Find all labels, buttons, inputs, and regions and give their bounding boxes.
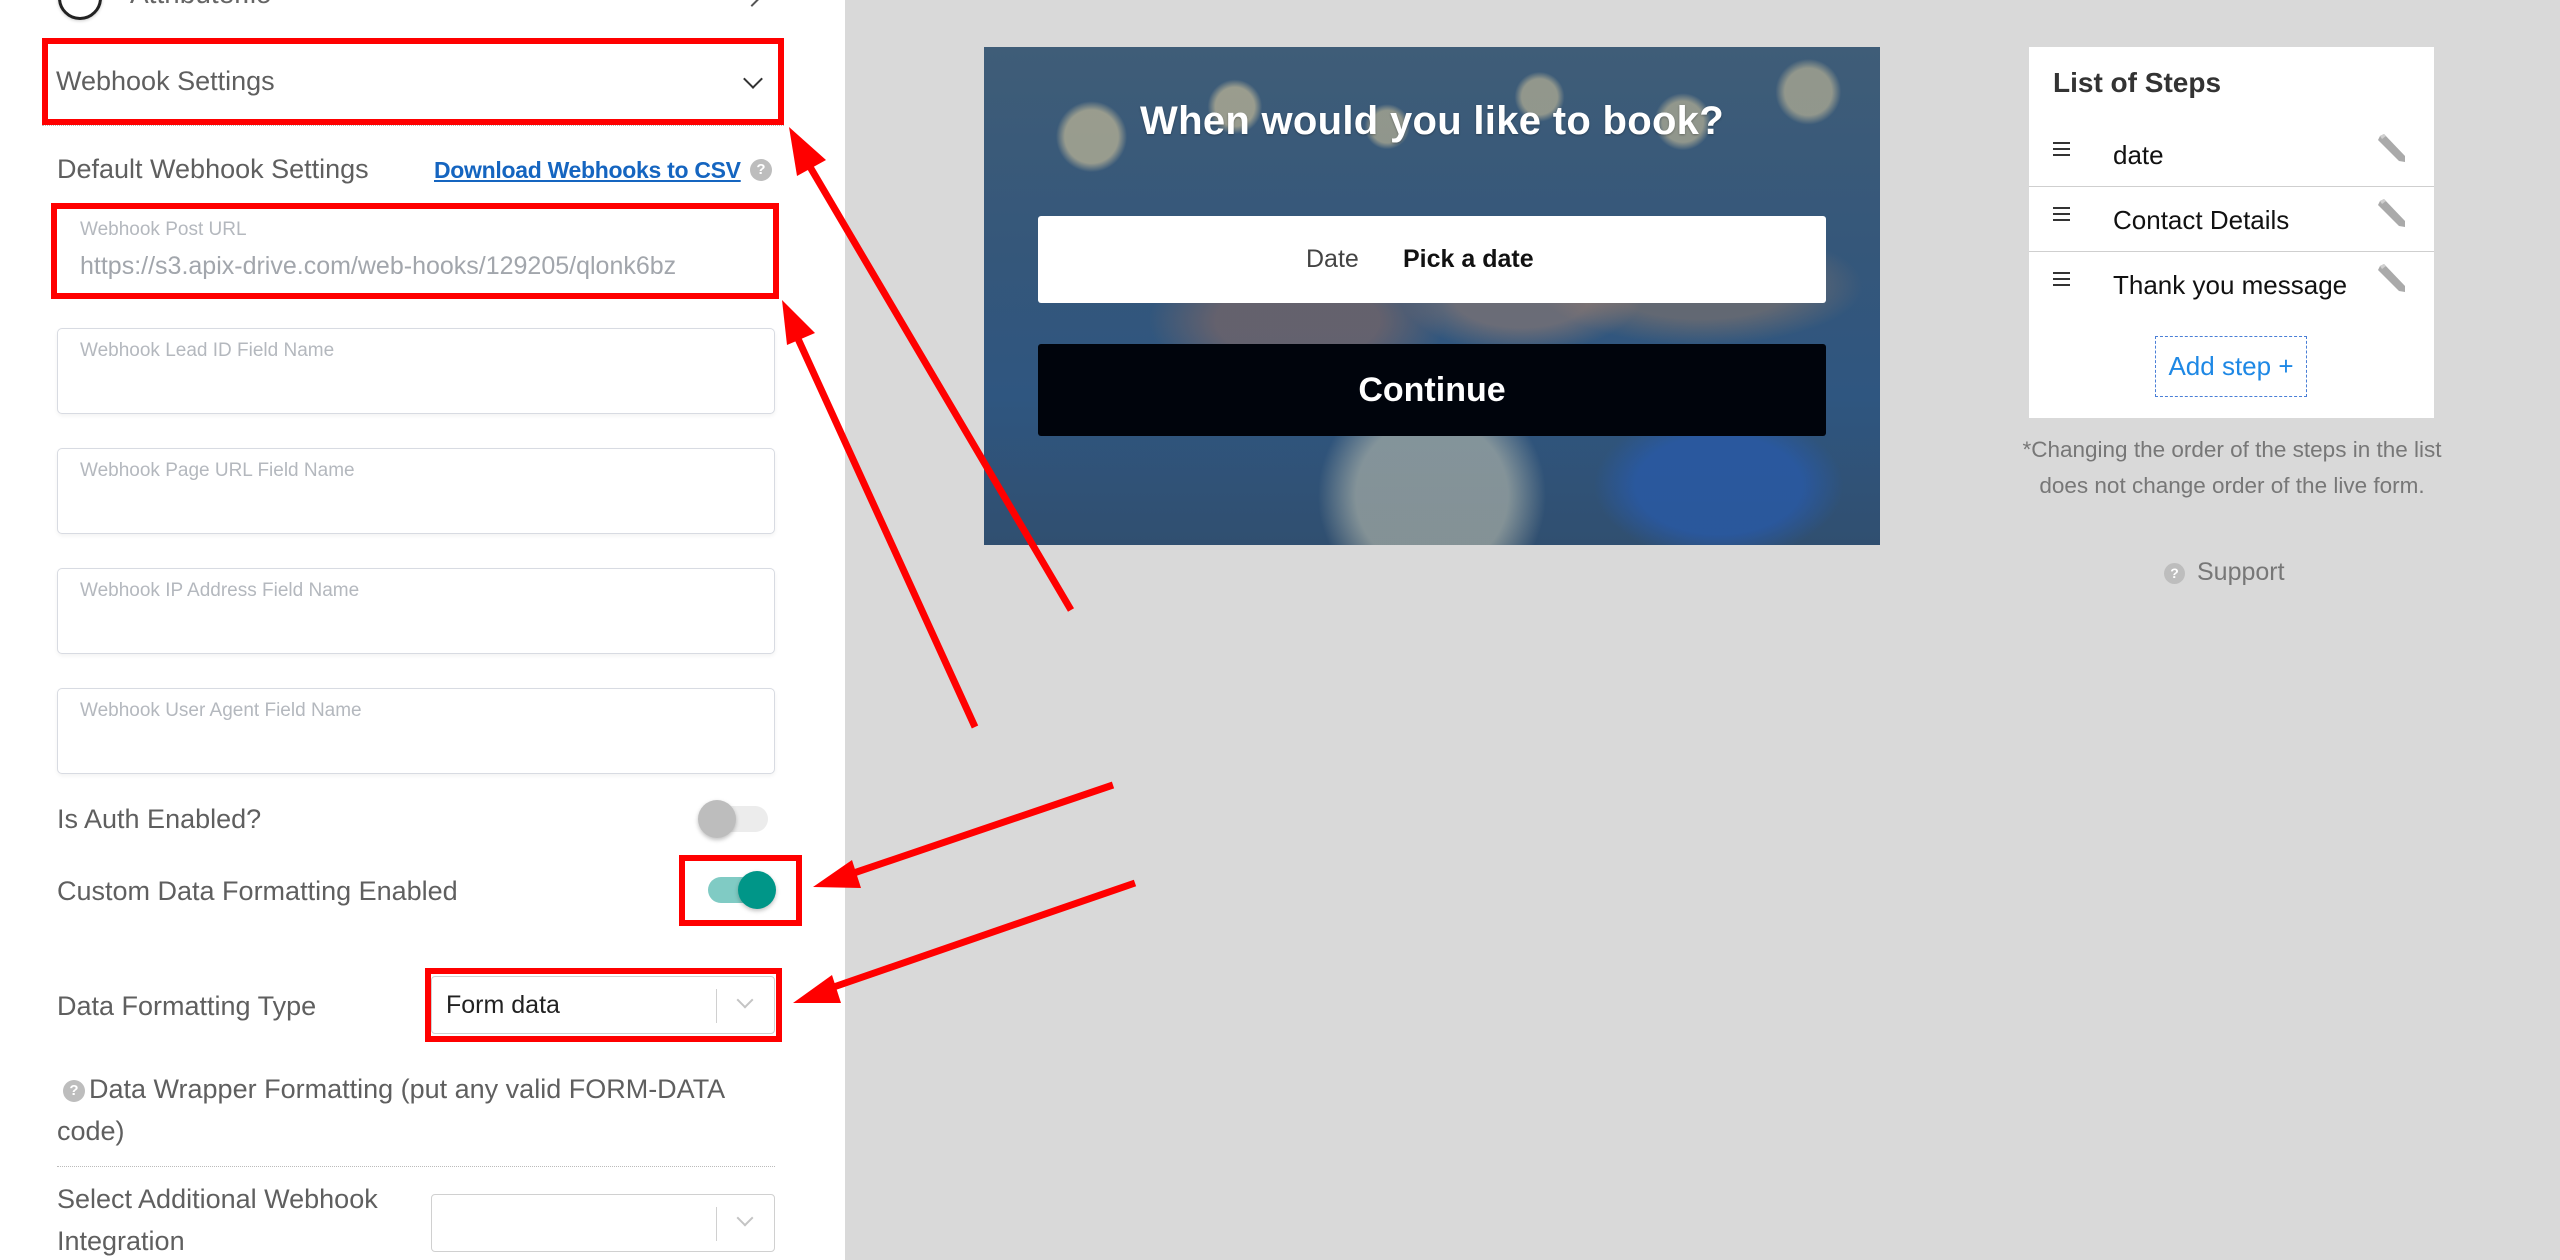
step-label: Contact Details	[2113, 205, 2290, 235]
help-icon: ?	[2164, 563, 2185, 584]
download-webhooks-csv-link[interactable]: Download Webhooks to CSV	[434, 157, 741, 184]
steps-order-note: *Changing the order of the steps in the …	[2022, 437, 2442, 498]
auth-enabled-toggle[interactable]	[698, 798, 772, 838]
field-label: Webhook Lead ID Field Name	[80, 340, 335, 361]
step-row[interactable]: date	[2029, 122, 2434, 187]
pencil-icon[interactable]	[2374, 262, 2408, 296]
toggle-knob	[738, 871, 776, 909]
additional-integration-label: Select Additional Webhook Integration	[57, 1184, 378, 1256]
divider	[57, 1166, 775, 1167]
list-of-steps-panel: List of Steps date Contact Details Thank…	[2029, 47, 2434, 418]
formatting-type-select[interactable]: Form data	[431, 976, 775, 1034]
field-label: Webhook Post URL	[80, 219, 247, 240]
webhook-settings-header[interactable]: Webhook Settings	[42, 38, 784, 126]
custom-formatting-label: Custom Data Formatting Enabled	[57, 876, 458, 906]
webhook-user-agent-field[interactable]: Webhook User Agent Field Name	[57, 688, 775, 774]
field-label: Webhook IP Address Field Name	[80, 580, 360, 601]
drag-handle-icon[interactable]	[2053, 272, 2070, 290]
step-label: date	[2113, 140, 2164, 170]
select-separator	[716, 989, 717, 1023]
annotation-arrow	[813, 781, 1115, 888]
field-label: Webhook Page URL Field Name	[80, 460, 355, 481]
auth-enabled-label: Is Auth Enabled?	[57, 804, 262, 834]
step-row[interactable]: Thank you message	[2029, 252, 2434, 317]
step-label: Thank you message	[2113, 270, 2348, 300]
help-icon[interactable]: ?	[750, 159, 772, 181]
chevron-down-icon[interactable]	[736, 1209, 754, 1227]
drag-handle-icon[interactable]	[2053, 142, 2070, 160]
form-preview-card: When would you like to book? Date Pick a…	[984, 47, 1880, 545]
chevron-down-icon[interactable]	[736, 991, 754, 1009]
webhook-page-url-field[interactable]: Webhook Page URL Field Name	[57, 448, 775, 534]
select-separator	[716, 1207, 717, 1241]
support-link[interactable]: ? Support	[2164, 558, 2285, 587]
additional-integration-select[interactable]	[431, 1194, 775, 1252]
default-webhook-settings-heading: Default Webhook Settings	[57, 154, 369, 184]
date-placeholder: Pick a date	[1403, 245, 1534, 273]
date-picker-input[interactable]: Date Pick a date	[1038, 216, 1826, 303]
webhook-lead-id-field[interactable]: Webhook Lead ID Field Name	[57, 328, 775, 414]
chevron-down-icon	[743, 69, 763, 89]
continue-button[interactable]: Continue	[1038, 344, 1826, 436]
steps-title: List of Steps	[2053, 67, 2222, 98]
pencil-icon[interactable]	[2374, 132, 2408, 166]
help-icon[interactable]: ?	[63, 1080, 85, 1102]
webhook-post-url-field[interactable]: Webhook Post URL https://s3.apix-drive.c…	[57, 207, 775, 295]
field-label: Webhook User Agent Field Name	[80, 700, 362, 721]
toggle-knob	[698, 800, 736, 838]
attributer-logo-icon	[58, 0, 102, 20]
add-step-button[interactable]: Add step +	[2155, 336, 2307, 397]
select-value: Form data	[446, 991, 560, 1019]
field-value[interactable]: https://s3.apix-drive.com/web-hooks/1292…	[80, 252, 676, 281]
preview-question-title: When would you like to book?	[1140, 99, 1724, 143]
wrapper-label-text: Data Wrapper Formatting (put any valid F…	[57, 1074, 724, 1146]
date-label: Date	[1306, 245, 1359, 273]
section-title: Webhook Settings	[56, 66, 275, 96]
data-wrapper-formatting-label: ? Data Wrapper Formatting (put any valid …	[57, 1068, 757, 1152]
step-row[interactable]: Contact Details	[2029, 187, 2434, 252]
support-label: Support	[2197, 558, 2285, 586]
webhook-ip-address-field[interactable]: Webhook IP Address Field Name	[57, 568, 775, 654]
chevron-right-icon[interactable]	[742, 0, 762, 7]
custom-formatting-toggle[interactable]	[706, 869, 778, 909]
drag-handle-icon[interactable]	[2053, 207, 2070, 225]
integration-row-attributer[interactable]: Attributer.io	[130, 0, 272, 10]
formatting-type-label: Data Formatting Type	[57, 991, 317, 1021]
pencil-icon[interactable]	[2374, 197, 2408, 231]
webhook-settings-panel: Attributer.io Webhook Settings Default W…	[0, 0, 845, 1260]
